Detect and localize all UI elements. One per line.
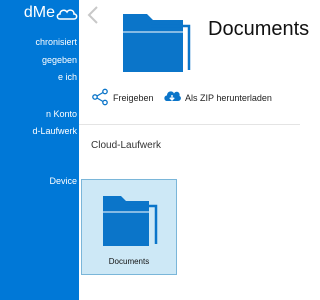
sidebar: dMe chronisiert gegeben e ich n Konto d-…: [0, 0, 79, 300]
share-button[interactable]: Freigeben: [91, 88, 154, 108]
sidebar-item-konto[interactable]: n Konto: [46, 108, 77, 120]
folder-tile-documents[interactable]: Documents: [81, 179, 177, 275]
sidebar-item-device[interactable]: Device: [49, 175, 77, 187]
folder-icon: [101, 192, 159, 253]
zip-download-button[interactable]: Als ZIP herunterladen: [163, 88, 272, 108]
back-arrow-icon[interactable]: [87, 6, 99, 29]
sidebar-item-shared-with-me[interactable]: e ich: [58, 71, 77, 83]
brand-name: dMe: [23, 4, 55, 21]
sidebar-item-cloud-laufwerk[interactable]: d-Laufwerk: [32, 125, 77, 137]
share-icon: [91, 88, 113, 108]
sidebar-item-synchronisiert[interactable]: chronisiert: [35, 36, 77, 48]
divider: [79, 124, 300, 125]
cloud-download-icon: [163, 89, 185, 107]
brand-logo: dMe: [0, 4, 79, 24]
share-label: Freigeben: [113, 93, 154, 103]
cloud-icon: [56, 7, 78, 25]
zip-download-label: Als ZIP herunterladen: [185, 93, 272, 103]
page-title: Documents: [208, 18, 310, 40]
tile-label: Documents: [108, 257, 150, 266]
main-panel: Documents Freigeben Als ZIP herunterlade…: [79, 0, 309, 300]
folder-icon: [121, 10, 193, 79]
section-heading: Cloud-Laufwerk: [91, 140, 162, 151]
sidebar-item-freigegeben[interactable]: gegeben: [42, 54, 77, 66]
